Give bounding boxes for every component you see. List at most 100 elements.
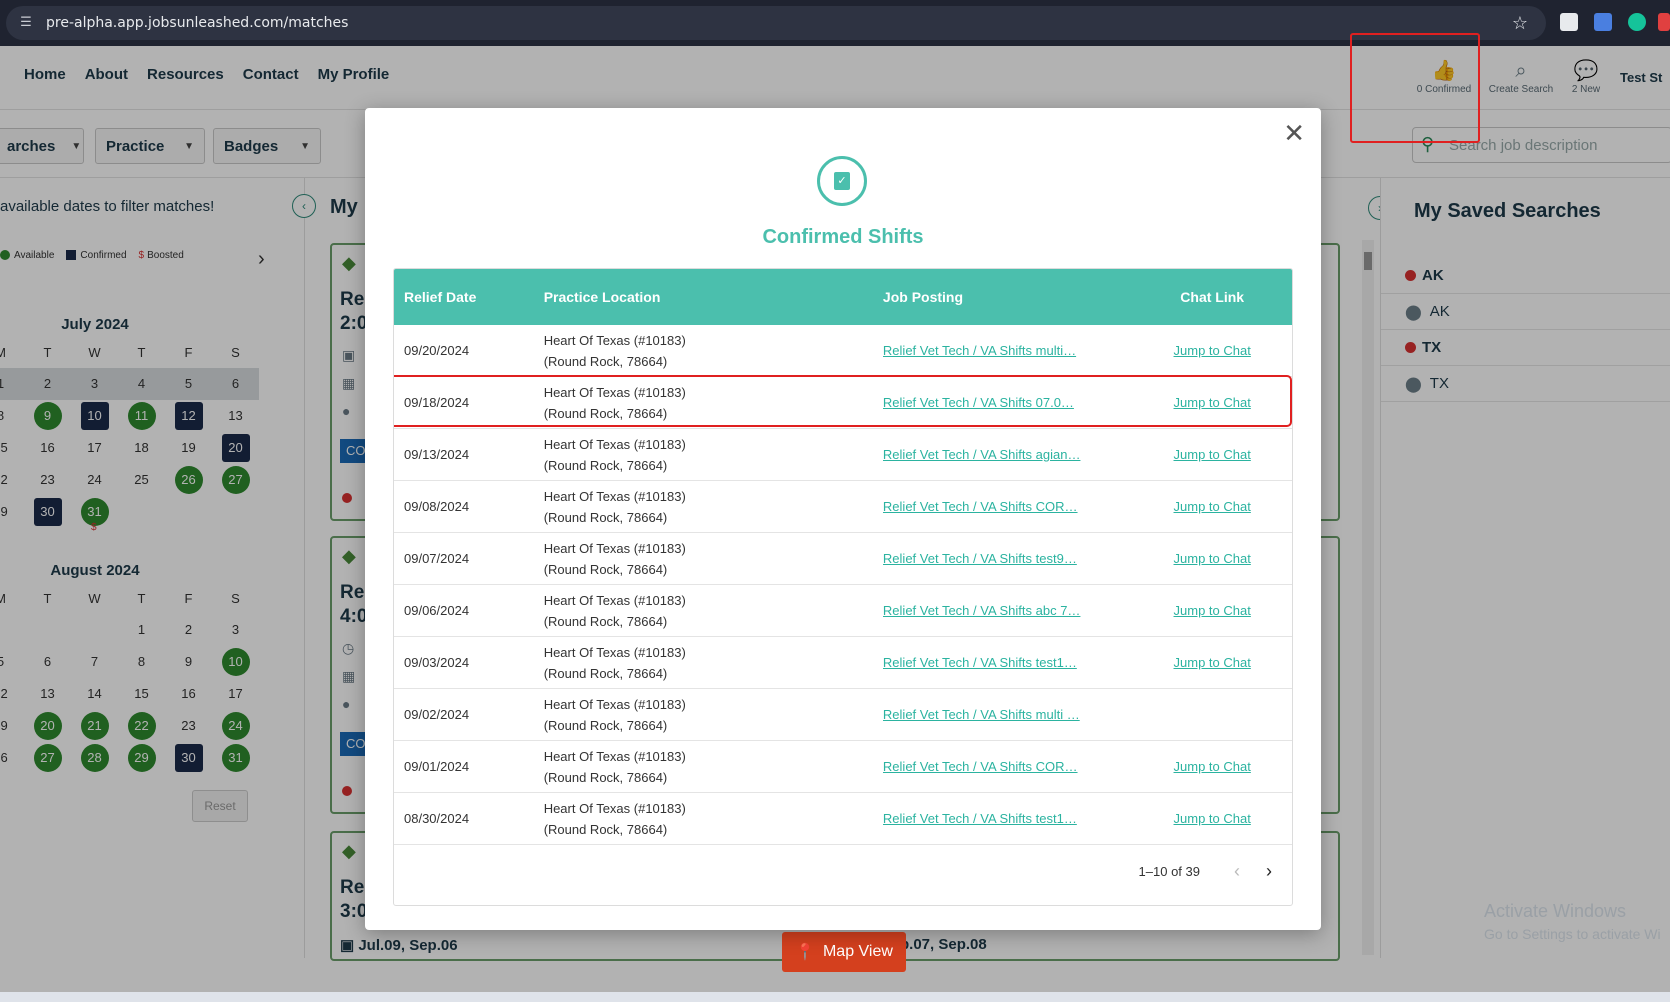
- jump-to-chat-link[interactable]: Jump to Chat: [1132, 655, 1292, 670]
- table-header: Relief Date Practice Location Job Postin…: [394, 269, 1292, 325]
- jump-to-chat-link[interactable]: Jump to Chat: [1132, 603, 1292, 618]
- jump-to-chat-link[interactable]: Jump to Chat: [1132, 499, 1292, 514]
- practice-location-cell: Heart Of Texas (#10183) (Round Rock, 7866…: [544, 590, 883, 632]
- close-icon[interactable]: ✕: [1283, 120, 1305, 146]
- table-row: 09/13/2024 Heart Of Texas (#10183) (Round …: [394, 429, 1292, 481]
- practice-address: (Round Rock, 78664): [543, 717, 668, 733]
- job-posting-link[interactable]: Relief Vet Tech / VA Shifts multi …: [883, 707, 1099, 722]
- practice-location-cell: Heart Of Texas (#10183) (Round Rock, 7866…: [544, 798, 883, 840]
- practice-address: (Round Rock, 78664): [543, 821, 668, 837]
- table-row: 09/06/2024 Heart Of Texas (#10183) (Round …: [394, 585, 1292, 637]
- practice-name: Heart Of Texas (#10183): [543, 696, 686, 712]
- column-header-relief-date[interactable]: Relief Date: [394, 289, 544, 305]
- previous-page-icon[interactable]: ‹: [1234, 861, 1240, 882]
- practice-address: (Round Rock, 78664): [543, 613, 668, 629]
- column-header-job-posting[interactable]: Job Posting: [883, 289, 1132, 305]
- site-settings-icon[interactable]: ☰: [18, 15, 34, 31]
- job-posting-link[interactable]: Relief Vet Tech / VA Shifts agian…: [883, 447, 1099, 462]
- column-header-practice-location[interactable]: Practice Location: [544, 289, 883, 305]
- relief-date-cell: 09/13/2024: [404, 447, 470, 462]
- job-posting-link[interactable]: Relief Vet Tech / VA Shifts abc 7…: [883, 603, 1099, 618]
- job-posting-link[interactable]: Relief Vet Tech / VA Shifts test9…: [883, 551, 1099, 566]
- table-row: 09/20/2024 Heart Of Texas (#10183) (Round …: [394, 325, 1292, 377]
- confirmed-shifts-table: Relief Date Practice Location Job Postin…: [393, 268, 1293, 906]
- jump-to-chat-link[interactable]: Jump to Chat: [1132, 759, 1292, 774]
- extension-icon[interactable]: [1560, 13, 1578, 31]
- practice-address: (Round Rock, 78664): [543, 561, 668, 577]
- job-posting-link[interactable]: Relief Vet Tech / VA Shifts COR…: [883, 759, 1099, 774]
- activate-windows-watermark: Activate Windows Go to Settings to activ…: [1484, 901, 1661, 942]
- map-view-button[interactable]: 📍 Map View: [782, 932, 906, 972]
- jump-to-chat-link[interactable]: Jump to Chat: [1132, 811, 1292, 826]
- relief-date-cell: 09/07/2024: [404, 551, 470, 566]
- map-pin-icon: 📍: [795, 944, 815, 961]
- next-page-icon[interactable]: ›: [1266, 861, 1272, 882]
- job-posting-link[interactable]: Relief Vet Tech / VA Shifts multi…: [883, 343, 1099, 358]
- table-row: 08/30/2024 Heart Of Texas (#10183) (Round …: [394, 793, 1292, 845]
- chat-link-cell: Jump to Chat: [1132, 499, 1292, 514]
- clipboard-check-icon: ✓: [817, 156, 867, 206]
- chat-link-cell: Jump to Chat: [1132, 603, 1292, 618]
- job-posting-cell: Relief Vet Tech / VA Shifts test9…: [883, 551, 1132, 566]
- relief-date-cell: 09/03/2024: [404, 655, 470, 670]
- table-row: 09/01/2024 Heart Of Texas (#10183) (Round …: [394, 741, 1292, 793]
- chat-link-cell: Jump to Chat: [1132, 343, 1292, 358]
- column-header-chat-link[interactable]: Chat Link: [1132, 289, 1292, 305]
- grammarly-extension-icon[interactable]: [1628, 13, 1646, 31]
- practice-location-cell: Heart Of Texas (#10183) (Round Rock, 7866…: [544, 746, 883, 788]
- job-posting-cell: Relief Vet Tech / VA Shifts COR…: [883, 759, 1132, 774]
- job-posting-link[interactable]: Relief Vet Tech / VA Shifts test1…: [883, 811, 1099, 826]
- job-posting-cell: Relief Vet Tech / VA Shifts multi …: [883, 707, 1132, 722]
- practice-name: Heart Of Texas (#10183): [543, 332, 686, 348]
- bookmark-star-icon[interactable]: ☆: [1512, 13, 1528, 34]
- table-row: 09/07/2024 Heart Of Texas (#10183) (Round …: [394, 533, 1292, 585]
- relief-date-cell: 09/20/2024: [404, 343, 470, 358]
- job-posting-cell: Relief Vet Tech / VA Shifts abc 7…: [883, 603, 1132, 618]
- relief-date-cell: 08/30/2024: [404, 811, 470, 826]
- jump-to-chat-link[interactable]: Jump to Chat: [1132, 447, 1292, 462]
- practice-name: Heart Of Texas (#10183): [543, 488, 686, 504]
- translate-extension-icon[interactable]: [1594, 13, 1612, 31]
- practice-name: Heart Of Texas (#10183): [543, 748, 686, 764]
- annotation-highlight-box: [1350, 33, 1480, 143]
- practice-name: Heart Of Texas (#10183): [543, 800, 686, 816]
- job-posting-cell: Relief Vet Tech / VA Shifts multi…: [883, 343, 1132, 358]
- job-posting-cell: Relief Vet Tech / VA Shifts test1…: [883, 811, 1132, 826]
- practice-address: (Round Rock, 78664): [543, 457, 668, 473]
- practice-name: Heart Of Texas (#10183): [543, 644, 686, 660]
- practice-location-cell: Heart Of Texas (#10183) (Round Rock, 7866…: [544, 486, 883, 528]
- job-posting-cell: Relief Vet Tech / VA Shifts COR…: [883, 499, 1132, 514]
- practice-address: (Round Rock, 78664): [543, 769, 668, 785]
- address-bar[interactable]: ☰ pre-alpha.app.jobsunleashed.com/matche…: [6, 6, 1546, 40]
- page: ☰ pre-alpha.app.jobsunleashed.com/matche…: [0, 0, 1670, 1002]
- calendar-extension-icon[interactable]: [1658, 13, 1670, 31]
- taskbar: [0, 992, 1670, 1002]
- relief-date-cell: 09/02/2024: [404, 707, 470, 722]
- confirmed-shifts-modal: ✕ ✓ Confirmed Shifts Relief Date Practic…: [365, 108, 1321, 930]
- chat-link-cell: Jump to Chat: [1132, 759, 1292, 774]
- relief-date-cell: 09/06/2024: [404, 603, 470, 618]
- table-row: 09/18/2024 Heart Of Texas (#10183) (Round …: [394, 375, 1292, 429]
- practice-location-cell: Heart Of Texas (#10183) (Round Rock, 7866…: [544, 538, 883, 580]
- modal-title: Confirmed Shifts: [762, 226, 924, 248]
- relief-date-cell: 09/01/2024: [404, 759, 470, 774]
- job-posting-link[interactable]: Relief Vet Tech / VA Shifts COR…: [883, 499, 1099, 514]
- jump-to-chat-link[interactable]: Jump to Chat: [1132, 343, 1292, 358]
- practice-location-cell: Heart Of Texas (#10183) (Round Rock, 7866…: [544, 434, 883, 476]
- jump-to-chat-link[interactable]: Jump to Chat: [1132, 551, 1292, 566]
- table-body: 09/20/2024 Heart Of Texas (#10183) (Round …: [394, 325, 1292, 845]
- job-posting-link[interactable]: Relief Vet Tech / VA Shifts test1…: [883, 655, 1099, 670]
- chat-link-cell: Jump to Chat: [1132, 551, 1292, 566]
- practice-address: (Round Rock, 78664): [543, 665, 668, 681]
- pagination-range: 1–10 of 39: [1138, 863, 1200, 879]
- table-row: 09/03/2024 Heart Of Texas (#10183) (Round …: [394, 637, 1292, 689]
- table-pagination: 1–10 of 39 ‹ ›: [394, 845, 1292, 897]
- practice-location-cell: Heart Of Texas (#10183) (Round Rock, 7866…: [544, 330, 883, 372]
- job-posting-cell: Relief Vet Tech / VA Shifts agian…: [883, 447, 1132, 462]
- chat-link-cell: Jump to Chat: [1132, 655, 1292, 670]
- chat-link-cell: Jump to Chat: [1132, 811, 1292, 826]
- practice-address: (Round Rock, 78664): [543, 509, 668, 525]
- chat-link-cell: Jump to Chat: [1132, 447, 1292, 462]
- annotation-highlight-box: [394, 375, 1292, 427]
- practice-address: (Round Rock, 78664): [543, 353, 668, 369]
